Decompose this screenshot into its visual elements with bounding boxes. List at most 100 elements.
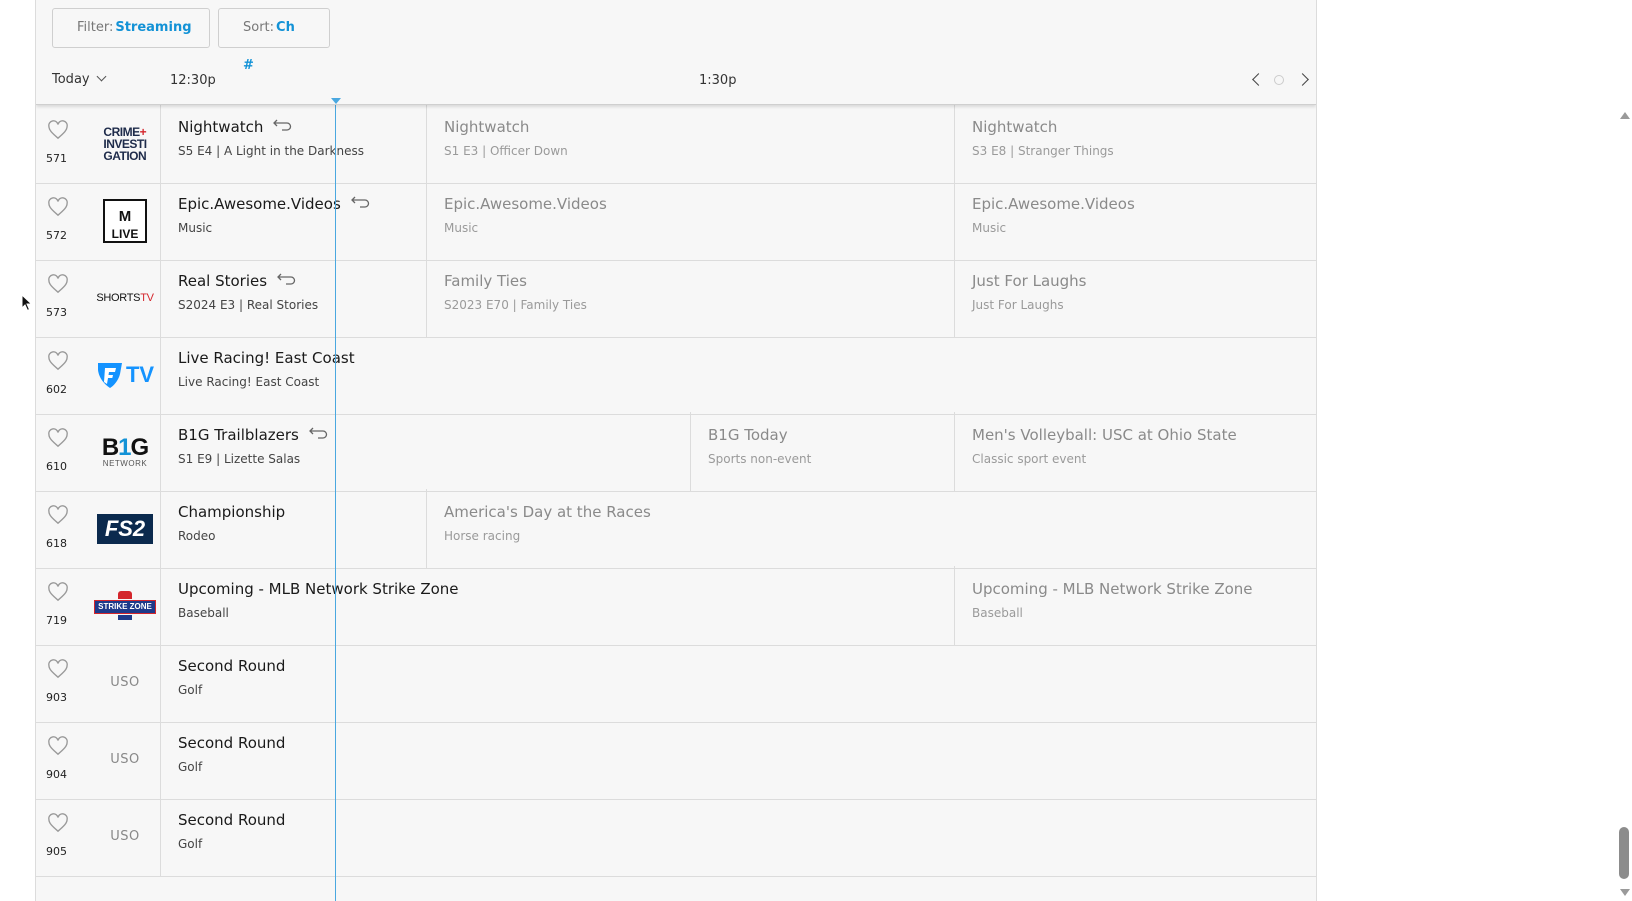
program-title-text: Live Racing! East Coast (178, 349, 355, 367)
program-cell[interactable]: Second Round Golf (160, 797, 1316, 876)
channel-number: 903 (46, 691, 67, 704)
program-title-text: Epic.Awesome.Videos (972, 195, 1135, 213)
now-indicator-icon[interactable] (1274, 75, 1284, 85)
sort-button[interactable]: Sort: Ch # (218, 8, 330, 73)
scroll-down-icon[interactable] (1620, 889, 1630, 896)
program-title: America's Day at the Races (444, 503, 651, 521)
big-ten-network-logo[interactable]: B1G NETWORK (90, 412, 160, 491)
program-cells: Epic.Awesome.Videos Music Epic.Awesome.Vid… (160, 181, 1316, 260)
time-label: 12:30p (170, 73, 216, 88)
program-title: Real Stories (178, 272, 297, 291)
program-cells: Real Stories S2024 E3 | Real Stories Famil… (160, 258, 1316, 337)
vertical-scrollbar[interactable] (1616, 110, 1632, 901)
program-subtitle: Music (444, 221, 479, 235)
program-title-text: Second Round (178, 811, 286, 829)
favorite-heart-icon[interactable] (47, 505, 75, 529)
program-cell[interactable]: Upcoming - MLB Network Strike Zone Baseba… (954, 566, 1316, 645)
fs2-logo[interactable]: FS2 (90, 489, 160, 568)
uso-logo[interactable]: USO (90, 797, 160, 876)
strike-zone-logo[interactable]: STRIKE ZONE (90, 566, 160, 645)
channel-row: 618 FS2 Championship Rodeo America's Day at … (36, 489, 1316, 569)
program-subtitle: Golf (178, 760, 203, 774)
program-title: B1G Today (708, 426, 788, 444)
program-title-text: Nightwatch (444, 118, 530, 136)
program-title: Upcoming - MLB Network Strike Zone (972, 580, 1253, 598)
program-title: Men's Volleyball: USC at Ohio State (972, 426, 1237, 444)
favorite-heart-icon[interactable] (47, 582, 75, 606)
filter-button[interactable]: Filter: Streaming (52, 8, 210, 48)
program-cell[interactable]: Epic.Awesome.Videos Music (426, 181, 954, 260)
favorite-heart-icon[interactable] (47, 659, 75, 683)
channel-number: 719 (46, 614, 67, 627)
channel-number: 904 (46, 768, 67, 781)
program-cell[interactable]: Second Round Golf (160, 643, 1316, 722)
program-title-text: B1G Trailblazers (178, 426, 299, 444)
program-cell[interactable]: Epic.Awesome.Videos Music (954, 181, 1316, 260)
program-subtitle: S5 E4 | A Light in the Darkness (178, 144, 364, 158)
program-subtitle: S1 E3 | Officer Down (444, 144, 568, 158)
program-subtitle: Baseball (178, 606, 229, 620)
channel-number: 571 (46, 152, 67, 165)
previous-time-icon[interactable] (1252, 73, 1265, 86)
program-subtitle: Sports non-event (708, 452, 812, 466)
filter-value: Streaming (115, 20, 192, 35)
channel-row: 610 B1G NETWORK B1G Trailblazers S1 E9 | Liz… (36, 412, 1316, 492)
program-cell[interactable]: Nightwatch S1 E3 | Officer Down (426, 104, 954, 183)
channel-row: 904 USO Second Round Golf (36, 720, 1316, 800)
favorite-heart-icon[interactable] (47, 736, 75, 760)
program-cell[interactable]: Upcoming - MLB Network Strike Zone Baseba… (160, 566, 954, 645)
next-time-icon[interactable] (1296, 73, 1309, 86)
favorite-heart-icon[interactable] (47, 428, 75, 452)
scroll-up-icon[interactable] (1620, 112, 1630, 119)
program-title-text: Upcoming - MLB Network Strike Zone (972, 580, 1253, 598)
program-cell[interactable]: Second Round Golf (160, 720, 1316, 799)
program-cell[interactable]: Men's Volleyball: USC at Ohio State Class… (954, 412, 1316, 491)
program-cell[interactable]: Real Stories S2024 E3 | Real Stories (160, 258, 426, 337)
program-cell[interactable]: America's Day at the Races Horse racing (426, 489, 1316, 568)
program-title: Second Round (178, 811, 285, 829)
uso-logo[interactable]: USO (90, 643, 160, 722)
program-cell[interactable]: Epic.Awesome.Videos Music (160, 181, 426, 260)
program-cell[interactable]: Family Ties S2023 E70 | Family Ties (426, 258, 954, 337)
fanduel-tv-logo[interactable]: TV (90, 335, 160, 414)
program-title-text: Second Round (178, 657, 286, 675)
day-selector[interactable]: Today (52, 71, 107, 87)
channel-row: 571 CRIME+ INVESTI GATION Nightwatch S5 E4 | … (36, 104, 1316, 184)
program-title: Just For Laughs (972, 272, 1087, 290)
program-subtitle: Horse racing (444, 529, 521, 543)
crime-investigation-logo[interactable]: CRIME+ INVESTI GATION (90, 104, 160, 183)
favorite-heart-icon[interactable] (47, 813, 75, 837)
svg-text:M: M (119, 208, 132, 225)
favorite-heart-icon[interactable] (47, 351, 75, 375)
shortstv-logo[interactable]: SHORTSTV (90, 258, 160, 337)
program-cell[interactable]: Nightwatch S5 E4 | A Light in the Darknes… (160, 104, 426, 183)
favorite-heart-icon[interactable] (47, 197, 75, 221)
channel-number: 602 (46, 383, 67, 396)
scrollbar-thumb[interactable] (1619, 827, 1629, 879)
favorite-heart-icon[interactable] (47, 274, 75, 298)
program-title-text: Men's Volleyball: USC at Ohio State (972, 426, 1237, 444)
sort-label: Sort: (243, 20, 275, 35)
time-label: 1:30p (699, 73, 737, 88)
uso-logo[interactable]: USO (90, 720, 160, 799)
program-title: Live Racing! East Coast (178, 349, 355, 367)
program-cell[interactable]: Live Racing! East Coast Live Racing! East… (160, 335, 1316, 414)
program-guide: Filter: Streaming Sort: Ch # Today 12:30p … (35, 0, 1317, 901)
program-cells: Second Round Golf (160, 797, 1316, 876)
program-title-text: Championship (178, 503, 286, 521)
program-cell[interactable]: Nightwatch S3 E8 | Stranger Things (954, 104, 1316, 183)
favorite-heart-icon[interactable] (47, 120, 75, 144)
program-cell[interactable]: B1G Trailblazers S1 E9 | Lizette Salas (160, 412, 690, 491)
program-cells: Championship Rodeo America's Day at the Ra… (160, 489, 1316, 568)
filter-label: Filter: (77, 20, 114, 35)
guide-header: Filter: Streaming Sort: Ch # Today 12:30p … (36, 0, 1316, 105)
chevron-down-icon (96, 71, 107, 82)
program-cell[interactable]: Just For Laughs Just For Laughs (954, 258, 1316, 337)
program-title-text: Upcoming - MLB Network Strike Zone (178, 580, 459, 598)
program-title: Championship (178, 503, 285, 521)
program-subtitle: Music (972, 221, 1007, 235)
program-cell[interactable]: Championship Rodeo (160, 489, 426, 568)
mtv-live-logo[interactable]: M LIVE (90, 181, 160, 260)
program-cell[interactable]: B1G Today Sports non-event (690, 412, 954, 491)
program-subtitle: Classic sport event (972, 452, 1087, 466)
